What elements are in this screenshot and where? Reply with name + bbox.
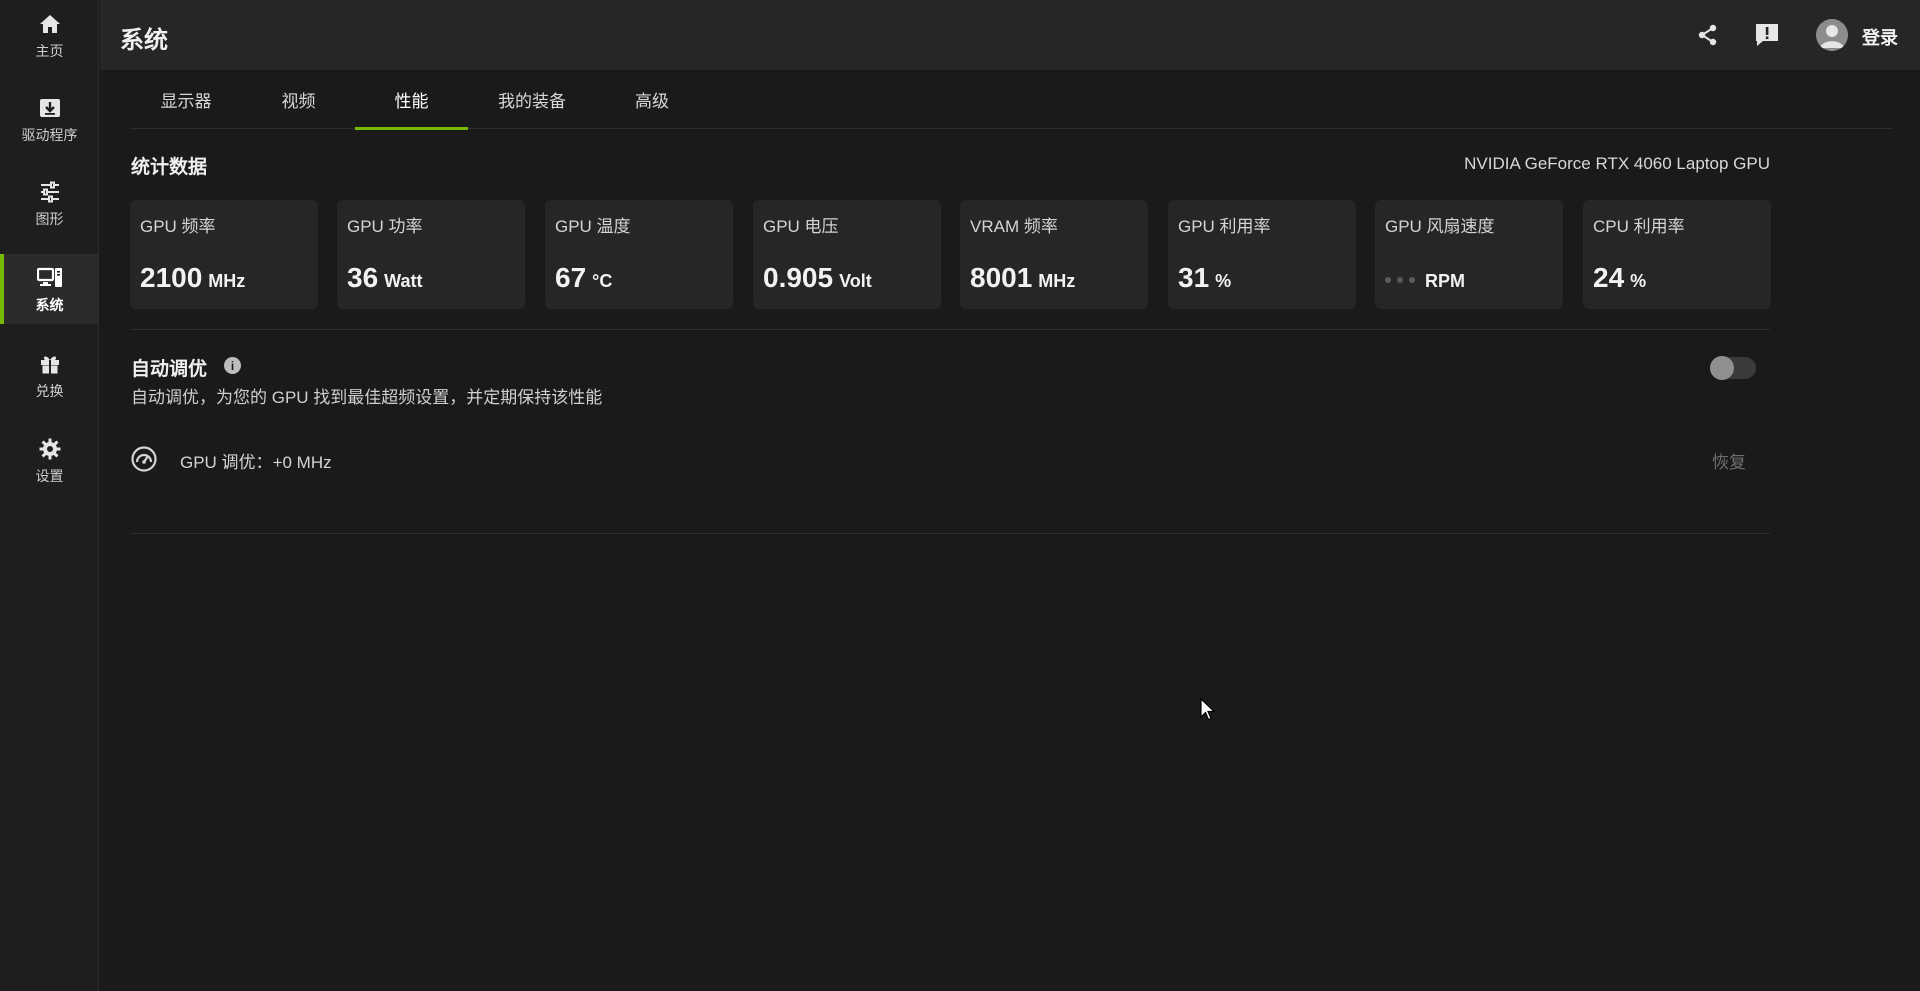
stat-value-wrap: 0.905 Volt	[763, 262, 872, 294]
stat-value: 8001	[970, 262, 1033, 293]
stat-value-wrap: RPM	[1385, 262, 1465, 294]
gpu-tune-value: +0 MHz	[272, 453, 332, 472]
sidebar-item-graphics[interactable]: 图形	[0, 168, 99, 238]
tab-performance[interactable]: 性能	[355, 70, 468, 130]
tab-bar: 显示器 视频 性能 我的装备 高级	[130, 70, 1892, 130]
sidebar-item-label: 设置	[35, 467, 64, 484]
stat-card-gpu-fan-speed: GPU 风扇速度 RPM	[1375, 200, 1563, 309]
restore-button[interactable]: 恢复	[1712, 448, 1746, 473]
login-button[interactable]: 登录	[1862, 24, 1898, 50]
tab-display[interactable]: 显示器	[130, 70, 242, 129]
tab-video[interactable]: 视频	[242, 70, 355, 129]
stat-unit: Watt	[384, 271, 423, 291]
stat-value-wrap: 67 °C	[555, 262, 612, 294]
stat-label: GPU 利用率	[1178, 217, 1271, 236]
feedback-icon[interactable]	[1752, 20, 1782, 50]
stat-label: GPU 温度	[555, 217, 631, 236]
toggle-knob	[1710, 356, 1734, 380]
stat-card-cpu-utilization: CPU 利用率 24%	[1583, 200, 1771, 309]
stat-value: 2100	[140, 262, 203, 293]
gift-icon	[36, 350, 64, 378]
sidebar-item-label: 兑换	[35, 382, 64, 399]
stat-card-gpu-utilization: GPU 利用率 31%	[1168, 200, 1356, 309]
stat-unit: °C	[592, 271, 613, 291]
info-icon[interactable]: i	[224, 357, 241, 374]
sidebar-item-redeem[interactable]: 兑换	[0, 340, 99, 410]
sidebar-item-label: 系统	[35, 296, 64, 313]
stat-value: 0.905	[763, 262, 834, 293]
divider	[130, 533, 1770, 534]
stat-unit: MHz	[1038, 271, 1076, 291]
sliders-icon	[36, 178, 64, 206]
stat-label: GPU 风扇速度	[1385, 217, 1495, 236]
gpu-name: NVIDIA GeForce RTX 4060 Laptop GPU	[1464, 154, 1770, 173]
stat-value-wrap: 24%	[1593, 262, 1646, 294]
loading-dots-icon	[1385, 276, 1415, 283]
tab-advanced[interactable]: 高级	[596, 70, 708, 129]
stat-unit: %	[1630, 271, 1647, 291]
divider	[130, 329, 1770, 330]
stat-value: 67	[555, 262, 587, 293]
stat-value-wrap: 31%	[1178, 262, 1231, 294]
system-icon	[36, 264, 64, 292]
stat-label: GPU 电压	[763, 217, 839, 236]
sidebar-item-label: 图形	[35, 210, 64, 227]
stat-value: 31	[1178, 262, 1210, 293]
sidebar-item-home[interactable]: 主页	[0, 0, 99, 70]
stat-label: GPU 功率	[347, 217, 423, 236]
auto-tune-title: 自动调优	[131, 359, 208, 380]
stat-unit: MHz	[208, 271, 246, 291]
stat-card-gpu-power: GPU 功率 36 Watt	[337, 200, 525, 309]
header: 系统 登录	[100, 0, 1920, 70]
sidebar-item-label: 驱动程序	[21, 126, 78, 143]
stat-card-gpu-clock: GPU 频率 2100 MHz	[130, 200, 318, 309]
gpu-tune-label: GPU 调优：+0 MHz	[180, 448, 332, 473]
gear-icon	[36, 435, 64, 463]
stat-card-vram-clock: VRAM 频率 8001 MHz	[960, 200, 1148, 309]
stat-card-gpu-voltage: GPU 电压 0.905 Volt	[753, 200, 941, 309]
sidebar-item-label: 主页	[35, 42, 64, 59]
stat-unit: RPM	[1425, 271, 1465, 291]
stat-card-gpu-temperature: GPU 温度 67 °C	[545, 200, 733, 309]
stat-value: 36	[347, 262, 379, 293]
share-icon[interactable]	[1693, 20, 1723, 50]
gpu-tune-label-text: GPU 调优：	[180, 453, 273, 472]
stat-value-wrap: 8001 MHz	[970, 262, 1075, 294]
stat-label: CPU 利用率	[1593, 217, 1685, 236]
user-avatar[interactable]	[1816, 19, 1848, 51]
auto-tune-description: 自动调优，为您的 GPU 找到最佳超频设置，并定期保持该性能	[131, 388, 603, 407]
speedometer-icon	[130, 445, 158, 473]
driver-download-icon	[36, 94, 64, 122]
stats-title: 统计数据	[131, 157, 208, 178]
page-title: 系统	[120, 27, 168, 54]
stat-label: GPU 频率	[140, 217, 216, 236]
auto-tune-toggle[interactable]	[1710, 356, 1756, 380]
tab-my-rig[interactable]: 我的装备	[468, 70, 596, 129]
stat-value-wrap: 36 Watt	[347, 262, 422, 294]
stat-value: 24	[1593, 262, 1625, 293]
stat-value-wrap: 2100 MHz	[140, 262, 245, 294]
stat-unit: Volt	[839, 271, 872, 291]
sidebar-item-drivers[interactable]: 驱动程序	[0, 84, 99, 154]
stat-unit: %	[1215, 271, 1232, 291]
sidebar-item-settings[interactable]: 设置	[0, 425, 99, 495]
sidebar-item-system[interactable]: 系统	[0, 254, 99, 324]
mouse-cursor-icon	[1200, 697, 1216, 727]
stat-label: VRAM 频率	[970, 217, 1058, 236]
home-icon	[36, 10, 64, 38]
sidebar: 主页 驱动程序 图形 系统 兑换 设置	[0, 0, 99, 991]
